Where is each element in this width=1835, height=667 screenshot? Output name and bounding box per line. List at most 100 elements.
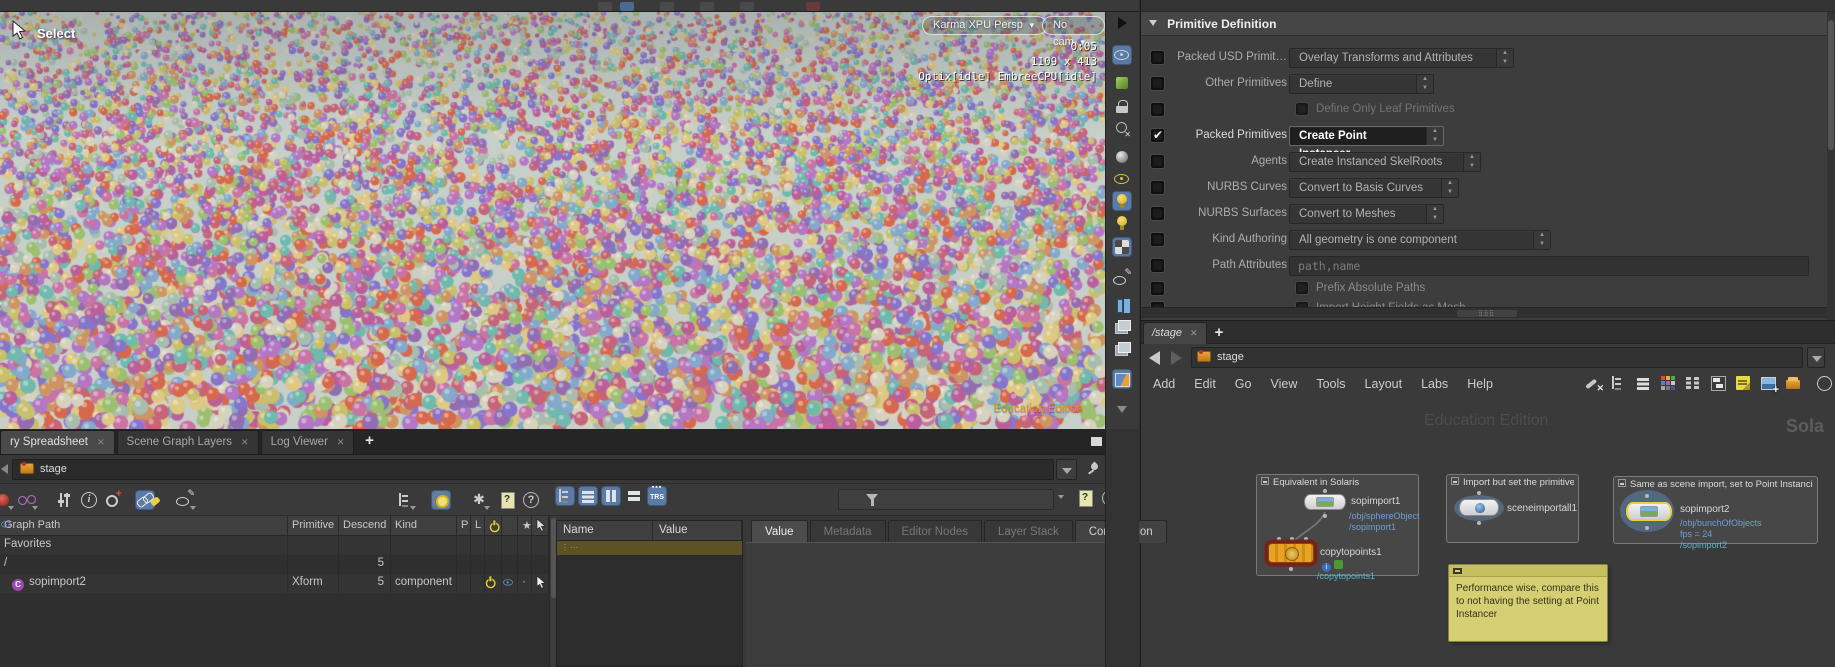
spinner-icon[interactable]: ▲▼: [1416, 75, 1433, 93]
back-arrow-icon[interactable]: [1149, 351, 1160, 365]
light-rig-icon[interactable]: [1113, 214, 1131, 232]
spinner-icon[interactable]: ▲▼: [1496, 49, 1513, 67]
lights-off-icon[interactable]: [1113, 120, 1131, 138]
checkbox[interactable]: [1151, 207, 1164, 220]
tools-wrench-icon[interactable]: [1584, 374, 1602, 392]
collapse-left-icon[interactable]: [1, 464, 8, 474]
col-activation[interactable]: [485, 516, 502, 535]
checkbox[interactable]: [1151, 77, 1164, 90]
checkbox[interactable]: [1296, 103, 1308, 115]
param-select[interactable]: Define▲▼: [1289, 74, 1434, 94]
power-icon[interactable]: [485, 576, 496, 589]
filter-caret-icon[interactable]: [1058, 495, 1064, 499]
menu-go[interactable]: Go: [1235, 377, 1252, 391]
menu-view[interactable]: View: [1270, 377, 1297, 391]
lock-camera-icon[interactable]: [1113, 98, 1131, 116]
collapse-minus-icon[interactable]: [1451, 477, 1459, 485]
param-input[interactable]: path,name: [1289, 256, 1809, 276]
node-shape-icon[interactable]: [1709, 374, 1727, 392]
trs-icon[interactable]: [648, 487, 666, 505]
renderer-selector[interactable]: Karma XPU Persp▼: [922, 16, 1047, 35]
status-badge-icon[interactable]: [1334, 560, 1343, 569]
forward-arrow-icon[interactable]: [1171, 351, 1182, 365]
col-select[interactable]: [532, 516, 549, 535]
scene-viewport[interactable]: Select Karma XPU Persp▼ No cam▼ 0:05 110…: [0, 12, 1105, 429]
tab-value[interactable]: Value: [751, 520, 808, 543]
spinner-icon[interactable]: ▲▼: [1426, 205, 1443, 223]
menu-tools[interactable]: Tools: [1316, 377, 1345, 391]
col-l[interactable]: L: [471, 516, 485, 535]
param-select[interactable]: Overlay Transforms and Attributes▲▼: [1289, 48, 1514, 68]
spinner-icon[interactable]: ▲▼: [1463, 153, 1480, 171]
eye-icon[interactable]: [502, 576, 514, 589]
clock-icon[interactable]: [1809, 374, 1827, 392]
spinner-icon[interactable]: ▲▼: [1533, 231, 1550, 249]
col-graph-path[interactable]: Graph Path: [0, 516, 288, 535]
columns-view-icon[interactable]: [602, 487, 620, 505]
node-copytopoints1[interactable]: [1268, 543, 1314, 563]
tab-editor-nodes[interactable]: Editor Nodes: [888, 520, 982, 543]
background-checker-icon[interactable]: [1113, 238, 1131, 256]
list-rows-icon[interactable]: [1634, 374, 1652, 392]
collapse-minus-icon[interactable]: [1261, 477, 1269, 485]
checkbox[interactable]: ✔: [1151, 129, 1164, 142]
camera-selector[interactable]: No cam▼: [1042, 16, 1105, 35]
name-value-header[interactable]: Name Value: [557, 521, 742, 541]
tab-log-viewer[interactable]: Log Viewer✕: [261, 430, 355, 454]
sticky-note[interactable]: Performance wise, compare this to not ha…: [1448, 564, 1608, 642]
panel-divider[interactable]: [1105, 429, 1139, 667]
network-canvas[interactable]: Education Edition Sola Equivalent in Sol…: [1141, 396, 1835, 667]
node-sceneimportall1[interactable]: [1459, 499, 1499, 516]
checkbox[interactable]: [1151, 103, 1164, 116]
close-icon[interactable]: ✕: [97, 437, 105, 447]
col-primitive[interactable]: Primitive: [288, 516, 339, 535]
path-dropdown-button[interactable]: [1807, 347, 1825, 368]
selected-attribute-row[interactable]: ⋮⋯: [557, 541, 742, 555]
checkbox[interactable]: [1151, 155, 1164, 168]
tree-view-icon[interactable]: [556, 487, 574, 505]
primitive-definition-header[interactable]: Primitive Definition: [1141, 12, 1827, 36]
param-select[interactable]: Convert to Basis Curves▲▼: [1289, 178, 1459, 198]
gallery-icon[interactable]: [1113, 340, 1131, 358]
scene-graph-path-field[interactable]: stage: [12, 459, 1054, 480]
pin-icon[interactable]: [1086, 460, 1104, 478]
menu-add[interactable]: Add: [1153, 377, 1175, 391]
headlight-icon[interactable]: [1113, 192, 1131, 210]
sun-icon[interactable]: [432, 491, 450, 509]
pane-play-icon[interactable]: [1113, 14, 1131, 32]
checkbox[interactable]: [1151, 51, 1164, 64]
checkbox[interactable]: [1151, 181, 1164, 194]
menu-edit[interactable]: Edit: [1194, 377, 1216, 391]
tree-list-icon[interactable]: [1609, 374, 1627, 392]
search-add-icon[interactable]: [104, 491, 122, 509]
close-icon[interactable]: ✕: [337, 437, 345, 447]
node-sopimport2[interactable]: [1626, 502, 1672, 521]
tab-metadata[interactable]: Metadata: [810, 520, 886, 543]
tab-ry-spreadsheet[interactable]: ry Spreadsheet✕: [0, 430, 115, 454]
visualizer-eye-icon[interactable]: [1113, 270, 1131, 288]
pause-display-icon[interactable]: [1113, 296, 1131, 314]
tab-scene-graph-layers[interactable]: Scene Graph Layers✕: [117, 430, 259, 454]
network-path-field[interactable]: stage: [1191, 347, 1803, 368]
checkbox[interactable]: [1296, 282, 1308, 294]
param-select[interactable]: Create Point Instancer▲▼: [1289, 126, 1444, 146]
menu-layout[interactable]: Layout: [1365, 377, 1403, 391]
scroll-down-icon[interactable]: [1113, 400, 1131, 418]
image-add-icon[interactable]: [1759, 374, 1777, 392]
param-select[interactable]: Create Instanced SkelRoots▲▼: [1289, 152, 1481, 172]
spinner-icon[interactable]: ▲▼: [1426, 127, 1443, 145]
rows-view-icon[interactable]: [625, 487, 643, 505]
parameter-scrollbar[interactable]: [1827, 12, 1835, 320]
col-visibility[interactable]: [502, 516, 518, 535]
col-favorite[interactable]: ★: [518, 516, 532, 535]
param-select[interactable]: All geometry is one component▲▼: [1289, 230, 1551, 250]
menu-help[interactable]: Help: [1467, 377, 1493, 391]
close-icon[interactable]: ✕: [241, 437, 249, 447]
table-row[interactable]: Favorites: [0, 536, 557, 555]
collapse-minus-icon[interactable]: [1453, 568, 1462, 574]
param-select[interactable]: Convert to Meshes▲▼: [1289, 204, 1444, 224]
col-value[interactable]: Value: [653, 521, 742, 540]
view-eye-icon[interactable]: [1113, 46, 1131, 64]
col-name[interactable]: Name: [557, 521, 653, 540]
link-icon[interactable]: [136, 491, 154, 509]
